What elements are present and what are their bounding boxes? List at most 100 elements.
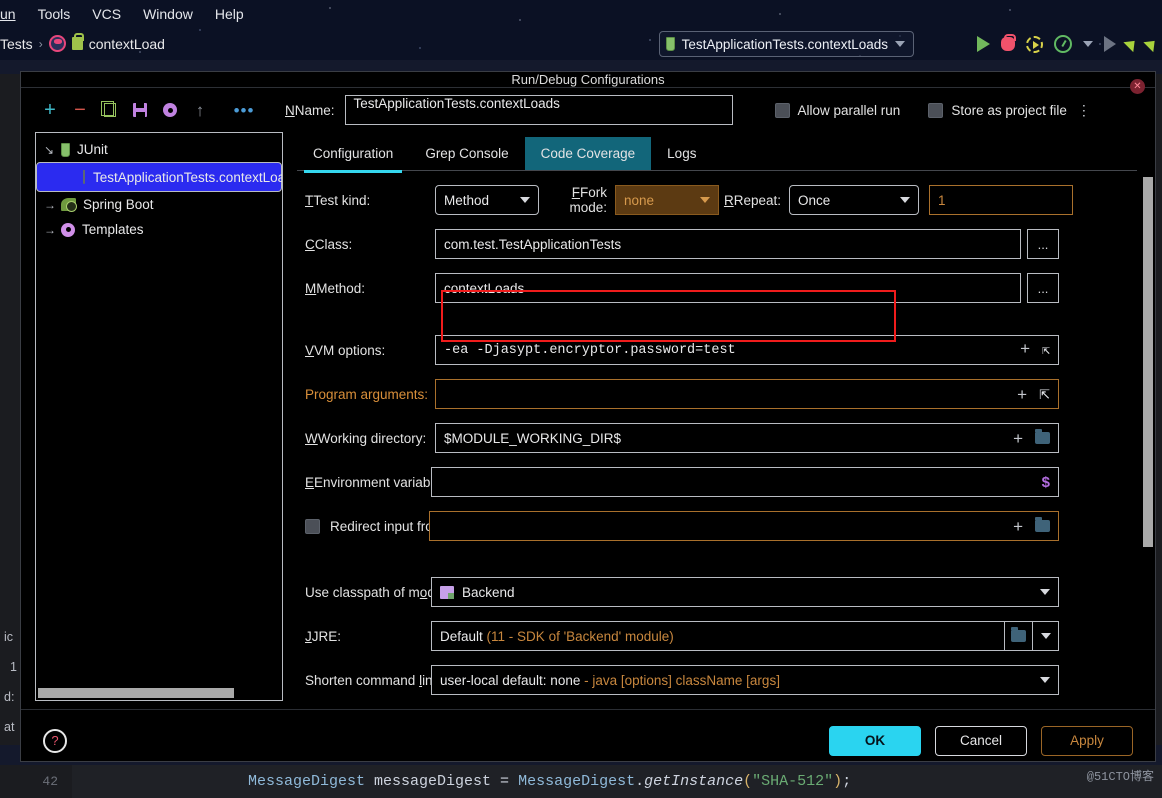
menu-item-tools[interactable]: Tools [38, 6, 71, 22]
chevron-expanded-icon[interactable]: ↘ [44, 143, 54, 157]
jre-browse-button[interactable] [1004, 622, 1032, 650]
repeat-label-rest: Repeat: [733, 192, 781, 208]
chevron-down-icon[interactable] [895, 41, 905, 47]
classpath-select[interactable]: Backend [431, 577, 1059, 607]
jre-dropdown-button[interactable] [1032, 622, 1058, 650]
form-vertical-scrollbar[interactable] [1143, 177, 1153, 709]
menu-item-vcs-label: VCS [92, 5, 122, 22]
edit-templates-button[interactable] [155, 97, 185, 123]
folder-icon [1011, 627, 1026, 642]
name-input[interactable]: TestApplicationTests.contextLoads [344, 95, 733, 125]
row-class: CClass: com.test.TestApplicationTests ..… [305, 229, 1155, 259]
environment-variables-input[interactable]: $ [431, 467, 1059, 497]
tab-logs[interactable]: Logs [651, 137, 712, 170]
macro-dollar-icon[interactable]: $ [1042, 475, 1050, 490]
test-kind-select[interactable]: Method [435, 185, 539, 215]
chevron-down-icon[interactable] [1083, 41, 1093, 47]
code-token-dot: . [635, 773, 645, 790]
add-icon[interactable]: + [1013, 430, 1023, 447]
module-icon [440, 585, 454, 599]
chevron-collapsed-icon[interactable]: → [44, 198, 56, 212]
working-directory-adornments: + [1003, 429, 1050, 447]
run-configuration-selector[interactable]: TestApplicationTests.contextLoads [658, 31, 914, 57]
menu-item-vcs[interactable]: VCS [92, 6, 121, 22]
add-icon[interactable]: + [1017, 386, 1027, 403]
save-configuration-button[interactable] [125, 97, 155, 123]
profiler-icon[interactable] [1054, 35, 1072, 53]
program-arguments-input[interactable]: + ⇱ [435, 379, 1059, 409]
tree-horizontal-scrollbar[interactable] [36, 686, 282, 700]
rocket-icon[interactable] [1123, 35, 1140, 53]
dialog-footer: ? OK Cancel Apply [21, 709, 1155, 771]
add-configuration-button[interactable]: + [35, 97, 65, 123]
fork-mode-select[interactable]: none [615, 185, 719, 215]
tree-item-spring-boot[interactable]: → Spring Boot [36, 192, 282, 217]
cancel-button[interactable]: Cancel [935, 725, 1027, 756]
class-browse-button[interactable]: ... [1027, 229, 1059, 259]
run-configuration-name: TestApplicationTests.contextLoads [681, 36, 888, 52]
store-as-project-file-checkbox[interactable]: Store as project file [928, 102, 1067, 118]
run-icon[interactable] [977, 36, 990, 52]
row-method: MMethod: contextLoads ... [305, 273, 1155, 303]
scrollbar-thumb[interactable] [38, 688, 234, 698]
menu-item-run-label: un [0, 5, 16, 22]
fork-mode-value: none [624, 192, 655, 208]
add-icon[interactable]: + [1013, 518, 1023, 535]
shorten-select[interactable]: user-local default: none - java [options… [431, 665, 1059, 695]
tree-item-test-contextloads[interactable]: TestApplicationTests.contextLoads [36, 162, 282, 192]
breadcrumb-item[interactable]: contextLoad [89, 36, 165, 52]
shorten-value: user-local default: none [440, 672, 581, 688]
scrollbar-thumb[interactable] [1143, 177, 1153, 547]
class-label-rest: Class: [314, 236, 353, 252]
tab-configuration[interactable]: Configuration [297, 137, 409, 173]
vm-options-input[interactable]: -ea -Djasypt.encryptor.password=test + ⇱ [435, 335, 1059, 365]
arrow-up-icon: ↑ [195, 100, 205, 120]
screen: un Tools VCS Window Help Tests › context… [0, 0, 1162, 798]
editor-fragment: d: [4, 690, 15, 704]
name-label-rest: Name: [294, 102, 335, 118]
repeat-count-input[interactable]: 1 [929, 185, 1073, 215]
expand-icon[interactable]: ⇱ [1042, 344, 1050, 357]
working-directory-input[interactable]: $MODULE_WORKING_DIR$ + [435, 423, 1059, 453]
class-input[interactable]: com.test.TestApplicationTests [435, 229, 1021, 259]
tab-code-coverage[interactable]: Code Coverage [524, 137, 652, 170]
tree-item-junit[interactable]: ↘ JUnit [36, 137, 282, 162]
menu-item-help[interactable]: Help [215, 6, 244, 22]
chevron-down-icon [1040, 633, 1051, 639]
ok-button[interactable]: OK [829, 725, 921, 756]
chevron-down-icon [520, 197, 530, 203]
expand-icon[interactable]: ⇱ [1039, 388, 1050, 401]
close-icon[interactable]: ✕ [1130, 79, 1145, 94]
working-directory-value: $MODULE_WORKING_DIR$ [444, 430, 622, 446]
chevron-collapsed-icon[interactable]: → [44, 223, 56, 237]
help-button[interactable]: ? [43, 728, 67, 753]
jre-select[interactable]: Default (11 - SDK of 'Backend' module) [431, 621, 1059, 651]
menu-item-run[interactable]: un [0, 6, 16, 22]
breadcrumb-prefix[interactable]: Tests [0, 36, 33, 52]
method-input[interactable]: contextLoads [435, 273, 1021, 303]
run-with-coverage-icon[interactable] [1026, 35, 1043, 53]
move-up-button[interactable]: ↑ [185, 97, 215, 123]
method-browse-button[interactable]: ... [1027, 273, 1059, 303]
configurations-tree: ↘ JUnit TestApplicationTests.contextLoad… [36, 133, 282, 686]
redirect-input-field[interactable]: + [429, 511, 1059, 541]
allow-parallel-run-checkbox[interactable]: Allow parallel run [774, 102, 900, 118]
overflow-menu-icon[interactable]: ⋮ [1077, 103, 1091, 117]
row-environment-variables: EEnvironment variables: $ [305, 467, 1155, 497]
dialog-body: + − ↑ ••• NName: TestApplicationTests.co… [21, 88, 1155, 771]
folder-icon[interactable] [1035, 429, 1050, 444]
add-icon[interactable]: + [1020, 342, 1030, 359]
tab-grep-console[interactable]: Grep Console [409, 137, 524, 170]
copy-configuration-button[interactable] [95, 97, 125, 123]
menu-item-window[interactable]: Window [143, 6, 193, 22]
more-options-button[interactable]: ••• [229, 97, 259, 123]
repeat-select[interactable]: Once [789, 185, 919, 215]
folder-icon[interactable] [1035, 517, 1050, 532]
more-icon: ••• [233, 100, 255, 120]
rerun-icon[interactable] [1104, 36, 1116, 52]
remove-configuration-button[interactable]: − [65, 97, 95, 123]
jre-label-rest: JRE: [311, 628, 342, 644]
apply-button[interactable]: Apply [1041, 725, 1133, 756]
debug-icon[interactable] [1001, 34, 1016, 51]
tree-item-templates[interactable]: → Templates [36, 217, 282, 242]
